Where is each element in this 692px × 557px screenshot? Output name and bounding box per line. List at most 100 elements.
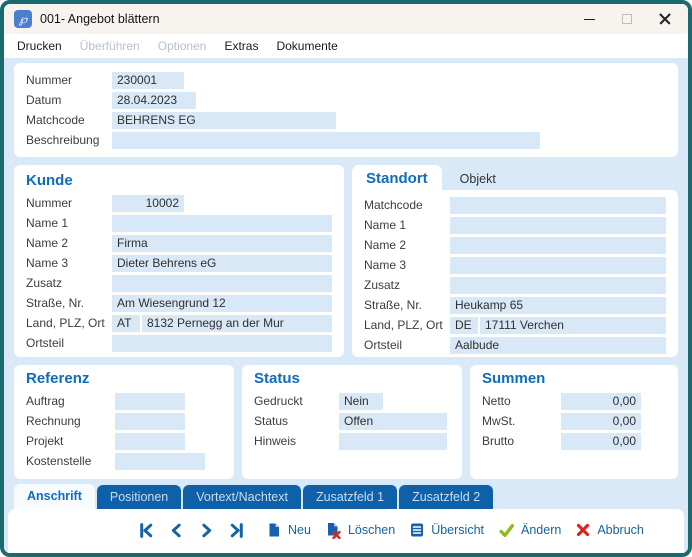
standort-tabs: Standort Objekt (352, 165, 678, 190)
standort-name3-field[interactable] (450, 257, 666, 274)
standort-name3-label: Name 3 (364, 258, 450, 272)
aendern-button[interactable]: Ändern (498, 522, 561, 539)
status-panel: Status Gedruckt Nein Status Offen Hinwei… (242, 365, 462, 479)
app-logo-icon: ℘ (14, 10, 32, 28)
kunde-strasse-field[interactable]: Am Wiesengrund 12 (112, 295, 332, 312)
kunde-name2-field[interactable]: Firma (112, 235, 332, 252)
standort-plz-ort-field[interactable]: 17111 Verchen (480, 317, 666, 334)
summen-title: Summen (482, 367, 666, 391)
netto-label: Netto (482, 394, 561, 408)
kunde-name1-field[interactable] (112, 215, 332, 232)
neu-button[interactable]: Neu (266, 522, 311, 538)
menu-bar: Drucken Überführen Optionen Extras Dokum… (4, 34, 688, 58)
hinweis-field[interactable] (339, 433, 447, 450)
kunde-name2-label: Name 2 (26, 236, 112, 250)
tab-positionen[interactable]: Positionen (97, 485, 181, 509)
kunde-nummer-label: Nummer (26, 196, 112, 210)
standort-strasse-label: Straße, Nr. (364, 298, 450, 312)
kunde-nummer-field[interactable]: 10002 (112, 195, 184, 212)
kunde-land-field[interactable]: AT (112, 315, 140, 332)
kunde-zusatz-field[interactable] (112, 275, 332, 292)
brutto-label: Brutto (482, 434, 561, 448)
menu-extras[interactable]: Extras (215, 36, 267, 56)
standort-name1-label: Name 1 (364, 218, 450, 232)
nummer-field[interactable]: 230001 (112, 72, 184, 89)
kunde-name3-label: Name 3 (26, 256, 112, 270)
beschreibung-label: Beschreibung (26, 133, 112, 147)
gedruckt-label: Gedruckt (254, 394, 339, 408)
new-document-icon (266, 522, 282, 538)
netto-field: 0,00 (561, 393, 641, 410)
standort-zusatz-field[interactable] (450, 277, 666, 294)
standort-strasse-field[interactable]: Heukamp 65 (450, 297, 666, 314)
tab-standort[interactable]: Standort (352, 165, 442, 190)
datum-field[interactable]: 28.04.2023 (112, 92, 196, 109)
kostenstelle-field[interactable] (115, 453, 205, 470)
projekt-field[interactable] (115, 433, 185, 450)
brutto-field: 0,00 (561, 433, 641, 450)
neu-label: Neu (288, 523, 311, 537)
cancel-x-icon (575, 522, 591, 538)
gedruckt-field[interactable]: Nein (339, 393, 383, 410)
close-button[interactable] (646, 7, 684, 31)
standort-matchcode-field[interactable] (450, 197, 666, 214)
abbruch-button[interactable]: Abbruch (575, 522, 644, 538)
kunde-title: Kunde (26, 169, 332, 193)
kunde-panel: Kunde Nummer 10002 Name 1 Name 2 Firma N… (14, 165, 344, 357)
referenz-title: Referenz (26, 367, 222, 391)
status-title: Status (254, 367, 450, 391)
hinweis-label: Hinweis (254, 434, 339, 448)
matchcode-field[interactable]: BEHRENS EG (112, 112, 336, 129)
standort-zusatz-label: Zusatz (364, 278, 450, 292)
rechnung-field[interactable] (115, 413, 185, 430)
status-field[interactable]: Offen (339, 413, 447, 430)
mwst-label: MwSt. (482, 414, 561, 428)
next-record-button[interactable] (196, 520, 216, 540)
kunde-name3-field[interactable]: Dieter Behrens eG (112, 255, 332, 272)
header-form-panel: Nummer 230001 Datum 28.04.2023 Matchcode… (14, 63, 678, 157)
standort-name2-label: Name 2 (364, 238, 450, 252)
tab-objekt[interactable]: Objekt (442, 168, 514, 190)
datum-label: Datum (26, 93, 112, 107)
last-record-icon (228, 522, 245, 539)
standort-ortsteil-field[interactable]: Aalbude (450, 337, 666, 354)
minimize-button[interactable] (570, 7, 608, 31)
auftrag-field[interactable] (115, 393, 185, 410)
mwst-field: 0,00 (561, 413, 641, 430)
loeschen-label: Löschen (348, 523, 395, 537)
kunde-ortsteil-field[interactable] (112, 335, 332, 352)
uebersicht-button[interactable]: Übersicht (409, 522, 484, 538)
standort-land-field[interactable]: DE (450, 317, 478, 334)
tab-anschrift[interactable]: Anschrift (14, 484, 95, 509)
minimize-icon (584, 19, 595, 20)
standort-panel: Matchcode Name 1 Name 2 Name 3 (352, 190, 678, 357)
auftrag-label: Auftrag (26, 394, 115, 408)
referenz-panel: Referenz Auftrag Rechnung Projekt Kosten… (14, 365, 234, 479)
menu-optionen: Optionen (149, 36, 216, 56)
kostenstelle-label: Kostenstelle (26, 454, 115, 468)
bottom-toolbar: Neu Löschen Übersicht Ändern (8, 509, 684, 553)
maximize-button (608, 7, 646, 31)
loeschen-button[interactable]: Löschen (325, 522, 395, 539)
tab-vortext-nachtext[interactable]: Vortext/Nachtext (183, 485, 301, 509)
kunde-plz-ort-field[interactable]: 8132 Pernegg an der Mur (142, 315, 332, 332)
checkmark-icon (498, 522, 515, 539)
beschreibung-field[interactable] (112, 132, 540, 149)
matchcode-label: Matchcode (26, 113, 112, 127)
delete-document-icon (325, 522, 342, 539)
tab-zusatzfeld-1[interactable]: Zusatzfeld 1 (303, 485, 397, 509)
projekt-label: Projekt (26, 434, 115, 448)
last-record-button[interactable] (226, 520, 246, 540)
first-record-button[interactable] (136, 520, 156, 540)
close-icon (659, 13, 671, 25)
standort-name1-field[interactable] (450, 217, 666, 234)
previous-record-button[interactable] (166, 520, 186, 540)
standort-section: Standort Objekt Matchcode Name 1 Name 2 (352, 165, 678, 357)
kunde-ortsteil-label: Ortsteil (26, 336, 112, 350)
tab-zusatzfeld-2[interactable]: Zusatzfeld 2 (399, 485, 493, 509)
menu-drucken[interactable]: Drucken (8, 36, 71, 56)
bottom-tab-bar: Anschrift Positionen Vortext/Nachtext Zu… (14, 484, 678, 509)
menu-dokumente[interactable]: Dokumente (267, 36, 346, 56)
next-record-icon (198, 522, 215, 539)
standort-name2-field[interactable] (450, 237, 666, 254)
